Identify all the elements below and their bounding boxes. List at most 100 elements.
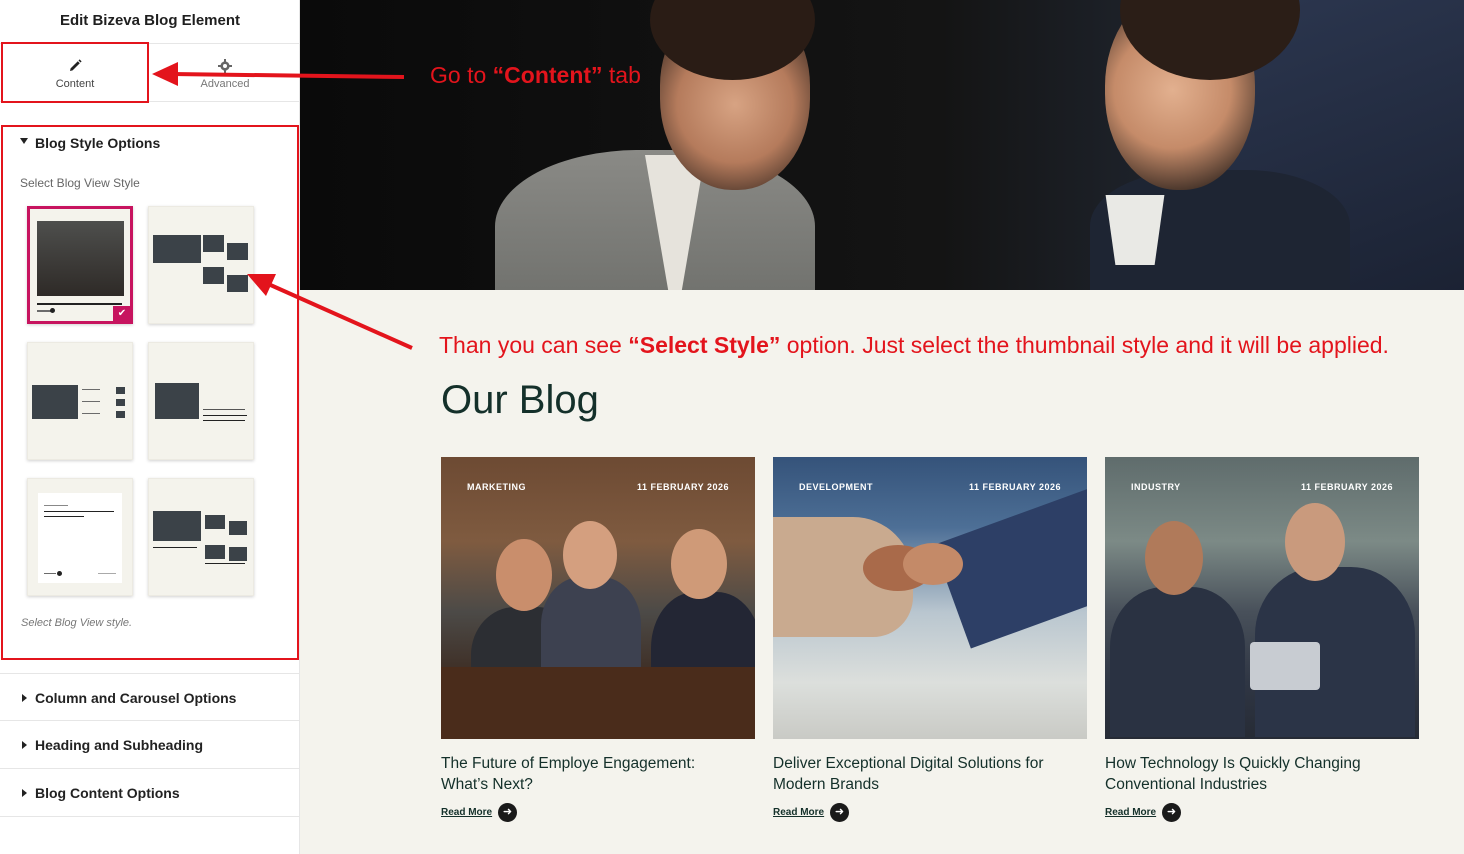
- tab-advanced-label: Advanced: [200, 78, 250, 90]
- image-figure: [903, 543, 963, 585]
- blog-card-date: 11 FEBRUARY 2026: [636, 482, 729, 492]
- arrow-right-icon[interactable]: ➜: [1162, 803, 1181, 822]
- section-column-carousel[interactable]: Column and Carousel Options: [0, 673, 300, 721]
- image-figure: [563, 521, 617, 589]
- image-figure: [1145, 521, 1203, 595]
- read-more-link[interactable]: Read More: [441, 807, 492, 818]
- thumbnail-text: [44, 516, 84, 517]
- style-thumbnail-4[interactable]: [148, 342, 254, 460]
- thumbnail-image: [116, 387, 125, 394]
- style-thumbnail-2[interactable]: [148, 206, 254, 324]
- thumbnail-text: [205, 563, 245, 564]
- thumbnail-dot: [57, 571, 62, 576]
- select-style-help: Select Blog View style.: [21, 617, 133, 629]
- image-figure: [496, 539, 552, 611]
- tab-content[interactable]: Content: [0, 46, 150, 102]
- thumbnail-text: [44, 511, 114, 512]
- blog-card-category: MARKETING: [467, 482, 526, 492]
- thumbnail-image: [203, 267, 224, 284]
- thumbnail-dot: [50, 308, 55, 313]
- section-blog-style-header[interactable]: Blog Style Options: [0, 119, 300, 167]
- thumbnail-image: [32, 385, 78, 419]
- annotation-text-bold: “Content”: [492, 62, 603, 88]
- style-thumbnail-3[interactable]: [27, 342, 133, 460]
- thumbnail-text: [203, 420, 245, 421]
- thumbnail-image: [227, 243, 248, 260]
- thumbnail-text: [98, 573, 116, 574]
- panel-title: Edit Bizeva Blog Element: [0, 0, 300, 44]
- blog-card-category: DEVELOPMENT: [799, 482, 874, 492]
- caret-right-icon: [22, 789, 27, 797]
- annotation-text: Go to: [430, 62, 493, 88]
- thumbnail-text: [82, 401, 100, 402]
- blog-card-title[interactable]: How Technology Is Quickly Changing Conve…: [1105, 753, 1405, 795]
- thumbnail-image: [155, 383, 199, 419]
- thumbnail-image: [227, 275, 248, 292]
- blog-card-image[interactable]: DEVELOPMENT 11 FEBRUARY 2026: [773, 457, 1087, 739]
- annotation-text: option. Just select the thumbnail style …: [780, 332, 1389, 358]
- annotation-content-tab: Go to “Content” tab: [430, 62, 641, 89]
- tab-content-label: Content: [55, 78, 95, 90]
- arrow-right-icon[interactable]: ➜: [830, 803, 849, 822]
- caret-right-icon: [22, 694, 27, 702]
- annotation-select-style: Than you can see “Select Style” option. …: [439, 332, 1389, 359]
- thumbnail-image: [229, 547, 247, 561]
- section-heading-subheading[interactable]: Heading and Subheading: [0, 721, 300, 769]
- pencil-icon: [70, 59, 82, 71]
- thumbnail-text: [37, 310, 51, 312]
- image-figure: [671, 529, 727, 599]
- thumbnail-image: [153, 235, 201, 263]
- section-blog-content[interactable]: Blog Content Options: [0, 769, 300, 817]
- read-more-link[interactable]: Read More: [1105, 807, 1156, 818]
- blog-section-heading: Our Blog: [441, 378, 599, 422]
- annotation-text-bold: “Select Style”: [628, 332, 781, 358]
- thumbnail-text: [153, 547, 197, 548]
- thumbnail-text: [44, 573, 56, 574]
- blog-card-date: 11 FEBRUARY 2026: [1300, 482, 1393, 492]
- arrow-right-icon[interactable]: ➜: [498, 803, 517, 822]
- editor-screen: Edit Bizeva Blog Element Content Advance…: [0, 0, 1464, 854]
- image-tablet: [1250, 642, 1320, 690]
- thumbnail-image: [203, 235, 224, 252]
- thumbnail-image: [205, 545, 225, 559]
- thumbnail-text: [82, 413, 100, 414]
- blog-card-image[interactable]: INDUSTRY 11 FEBRUARY 2026: [1105, 457, 1419, 739]
- blog-card-title[interactable]: The Future of Employe Engagement: What’s…: [441, 753, 741, 795]
- thumbnail-image: [116, 399, 125, 406]
- blog-card-category: INDUSTRY: [1131, 482, 1181, 492]
- thumbnail-text: [44, 505, 68, 506]
- style-thumbnail-1[interactable]: ✔: [27, 206, 133, 324]
- blog-card-title[interactable]: Deliver Exceptional Digital Solutions fo…: [773, 753, 1073, 795]
- tab-divider: [0, 101, 300, 102]
- thumbnail-image: [116, 411, 125, 418]
- section-blog-content-title: Blog Content Options: [35, 785, 180, 801]
- annotation-text: tab: [602, 62, 641, 88]
- image-figure: [1110, 587, 1245, 737]
- caret-down-icon: [20, 138, 28, 144]
- thumbnail-image: [205, 515, 225, 529]
- style-thumbnail-5[interactable]: [27, 478, 133, 596]
- blog-card-image[interactable]: MARKETING 11 FEBRUARY 2026: [441, 457, 755, 739]
- gear-icon: [218, 59, 232, 73]
- thumbnail-text: [203, 415, 247, 416]
- thumbnail-card: [38, 493, 122, 583]
- checkmark-icon: ✔: [113, 306, 131, 322]
- section-blog-style-title: Blog Style Options: [35, 135, 161, 151]
- thumbnail-text: [82, 389, 100, 390]
- thumbnail-text: [203, 409, 245, 410]
- read-more-link[interactable]: Read More: [773, 807, 824, 818]
- thumbnail-text: [37, 303, 122, 305]
- style-thumbnail-6[interactable]: [148, 478, 254, 596]
- tab-advanced[interactable]: Advanced: [150, 46, 300, 102]
- select-style-label: Select Blog View Style: [20, 176, 140, 190]
- image-table: [441, 667, 755, 739]
- thumbnail-image: [153, 511, 201, 541]
- caret-right-icon: [22, 741, 27, 749]
- thumbnail-image: [37, 221, 124, 296]
- hero-image: [300, 0, 1464, 290]
- annotation-text: Than you can see: [439, 332, 629, 358]
- section-heading-subheading-title: Heading and Subheading: [35, 737, 204, 753]
- thumbnail-image: [229, 521, 247, 535]
- section-column-carousel-title: Column and Carousel Options: [35, 690, 237, 706]
- image-figure: [1285, 503, 1345, 581]
